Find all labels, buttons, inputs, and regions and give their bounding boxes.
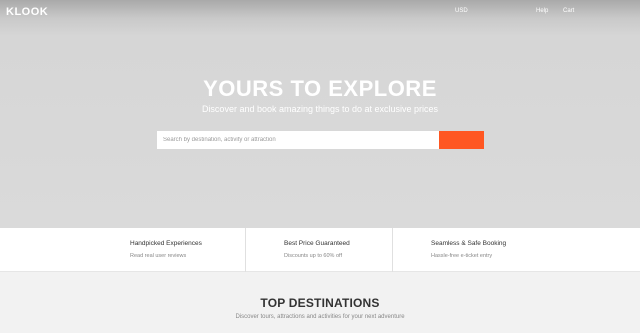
feature-description: Hassle-free e-ticket entry (431, 253, 493, 259)
feature-description: Read real user reviews (130, 253, 187, 259)
feature-best-price: Best Price Guaranteed Discounts up to 60… (284, 228, 350, 272)
klook-logo[interactable]: KLOOK (6, 6, 48, 18)
hero-subtitle: Discover and book amazing things to do a… (201, 104, 439, 114)
cart-link[interactable]: Cart (563, 8, 574, 14)
feature-title: Seamless & Safe Booking (431, 240, 507, 247)
hero-banner: KLOOK USD Help Cart YOURS TO EXPLORE Dis… (0, 0, 640, 228)
feature-safe-booking: Seamless & Safe Booking Hassle-free e-ti… (431, 228, 506, 272)
feature-title: Best Price Guaranteed (284, 240, 350, 247)
search-button[interactable] (439, 131, 484, 149)
divider (245, 228, 246, 272)
top-destinations-heading: TOP DESTINATIONS (260, 296, 380, 310)
search-bar (157, 131, 484, 149)
top-navigation-bar: KLOOK USD Help Cart (0, 0, 640, 24)
hero-title: YOURS TO EXPLORE (203, 76, 437, 101)
feature-handpicked-experiences: Handpicked Experiences Read real user re… (130, 228, 202, 272)
feature-description: Discounts up to 60% off (284, 253, 342, 259)
feature-title: Handpicked Experiences (130, 240, 202, 247)
divider (392, 228, 393, 272)
help-link[interactable]: Help (536, 8, 548, 14)
top-destinations-subtitle: Discover tours, attractions and activiti… (235, 314, 405, 320)
search-input[interactable] (157, 131, 439, 149)
currency-selector[interactable]: USD (455, 8, 468, 14)
features-strip: Handpicked Experiences Read real user re… (0, 228, 640, 272)
